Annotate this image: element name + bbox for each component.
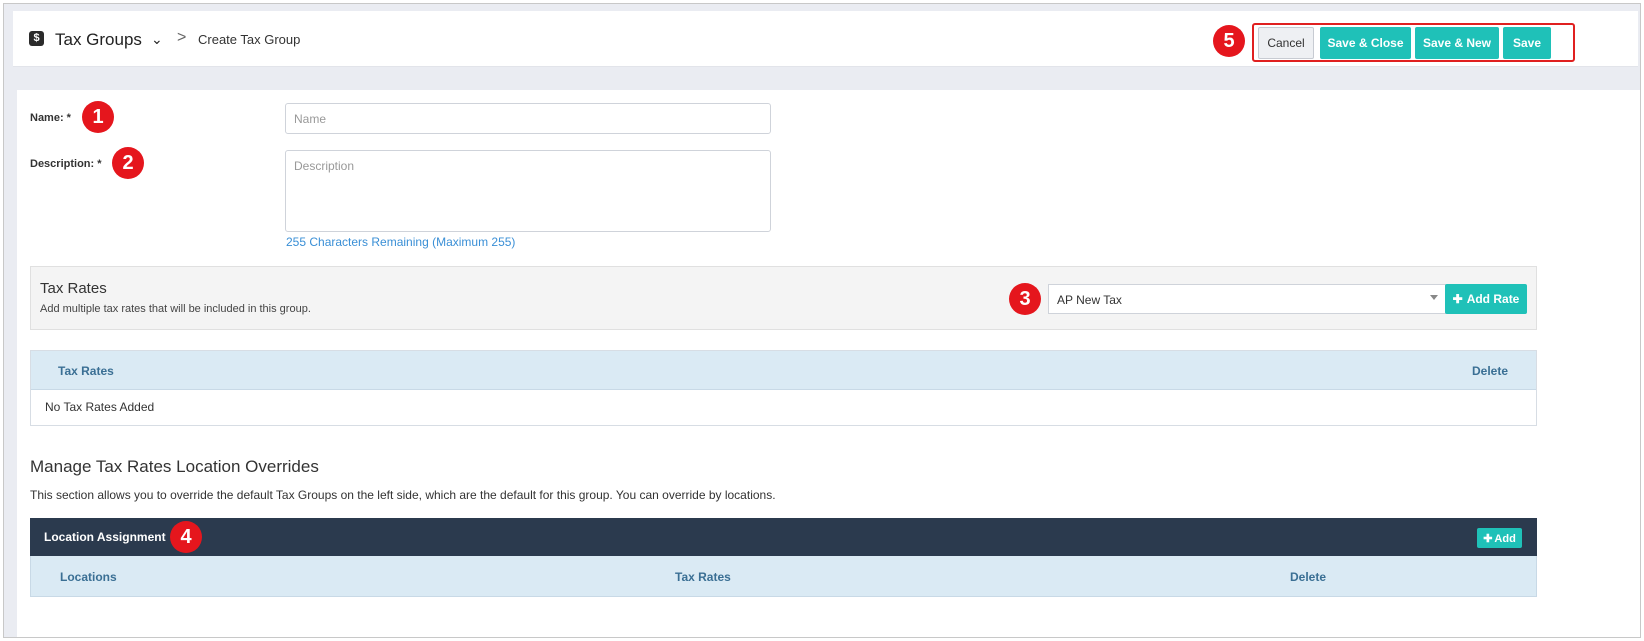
- action-buttons-group: Cancel Save & Close Save & New Save: [1252, 23, 1575, 62]
- characters-remaining: 255 Characters Remaining (Maximum 255): [286, 235, 516, 249]
- description-textarea[interactable]: [285, 150, 771, 232]
- overrides-description: This section allows you to override the …: [30, 488, 776, 502]
- description-label: Description: *: [30, 158, 102, 170]
- add-location-label: Add: [1494, 532, 1516, 545]
- cancel-button[interactable]: Cancel: [1258, 27, 1314, 59]
- plus-icon: ✚: [1483, 532, 1493, 545]
- tax-rates-table: Tax Rates Delete No Tax Rates Added: [30, 350, 1537, 426]
- name-input[interactable]: [285, 103, 771, 134]
- location-table-header: Locations Tax Rates Delete: [30, 556, 1537, 597]
- column-header-tax-rates: Tax Rates: [58, 364, 114, 378]
- chevron-down-icon[interactable]: ⌄: [151, 31, 163, 48]
- add-rate-button[interactable]: ✚ Add Rate: [1445, 284, 1527, 314]
- column-header-delete: Delete: [1290, 570, 1327, 584]
- save-close-button[interactable]: Save & Close: [1320, 27, 1411, 59]
- tax-rate-select[interactable]: AP New Tax: [1048, 284, 1446, 314]
- column-header-delete: Delete: [1472, 364, 1509, 378]
- overrides-title: Manage Tax Rates Location Overrides: [30, 457, 319, 476]
- breadcrumb-current: Create Tax Group: [198, 32, 301, 47]
- breadcrumb-separator-icon: >: [177, 29, 187, 46]
- save-button[interactable]: Save: [1503, 27, 1551, 59]
- callout-badge-5: 5: [1213, 25, 1245, 57]
- page-title[interactable]: Tax Groups: [55, 30, 142, 50]
- add-location-button[interactable]: ✚ Add: [1477, 528, 1522, 548]
- add-rate-label: Add Rate: [1466, 292, 1520, 306]
- plus-icon: ✚: [1452, 292, 1463, 306]
- column-header-locations: Locations: [60, 570, 117, 584]
- tax-rate-select-value: AP New Tax: [1057, 293, 1122, 307]
- callout-badge-2: 2: [112, 147, 144, 179]
- save-new-button[interactable]: Save & New: [1415, 27, 1499, 59]
- name-label: Name: *: [30, 112, 71, 124]
- tax-rates-table-header: Tax Rates Delete: [31, 351, 1536, 390]
- callout-badge-3: 3: [1009, 283, 1041, 315]
- callout-badge-4: 4: [170, 521, 202, 553]
- empty-table-message: No Tax Rates Added: [45, 400, 155, 414]
- location-assignment-title: Location Assignment: [44, 530, 166, 544]
- tax-rates-panel: Tax Rates Add multiple tax rates that wi…: [30, 266, 1537, 330]
- column-header-tax-rates: Tax Rates: [675, 570, 731, 584]
- callout-badge-1: 1: [82, 101, 114, 133]
- dollar-icon: $: [29, 31, 44, 46]
- tax-rates-subtitle: Add multiple tax rates that will be incl…: [40, 303, 311, 315]
- dropdown-caret-icon: [1430, 295, 1438, 300]
- location-assignment-header: Location Assignment ✚ Add: [30, 518, 1537, 556]
- tax-rates-title: Tax Rates: [40, 280, 107, 297]
